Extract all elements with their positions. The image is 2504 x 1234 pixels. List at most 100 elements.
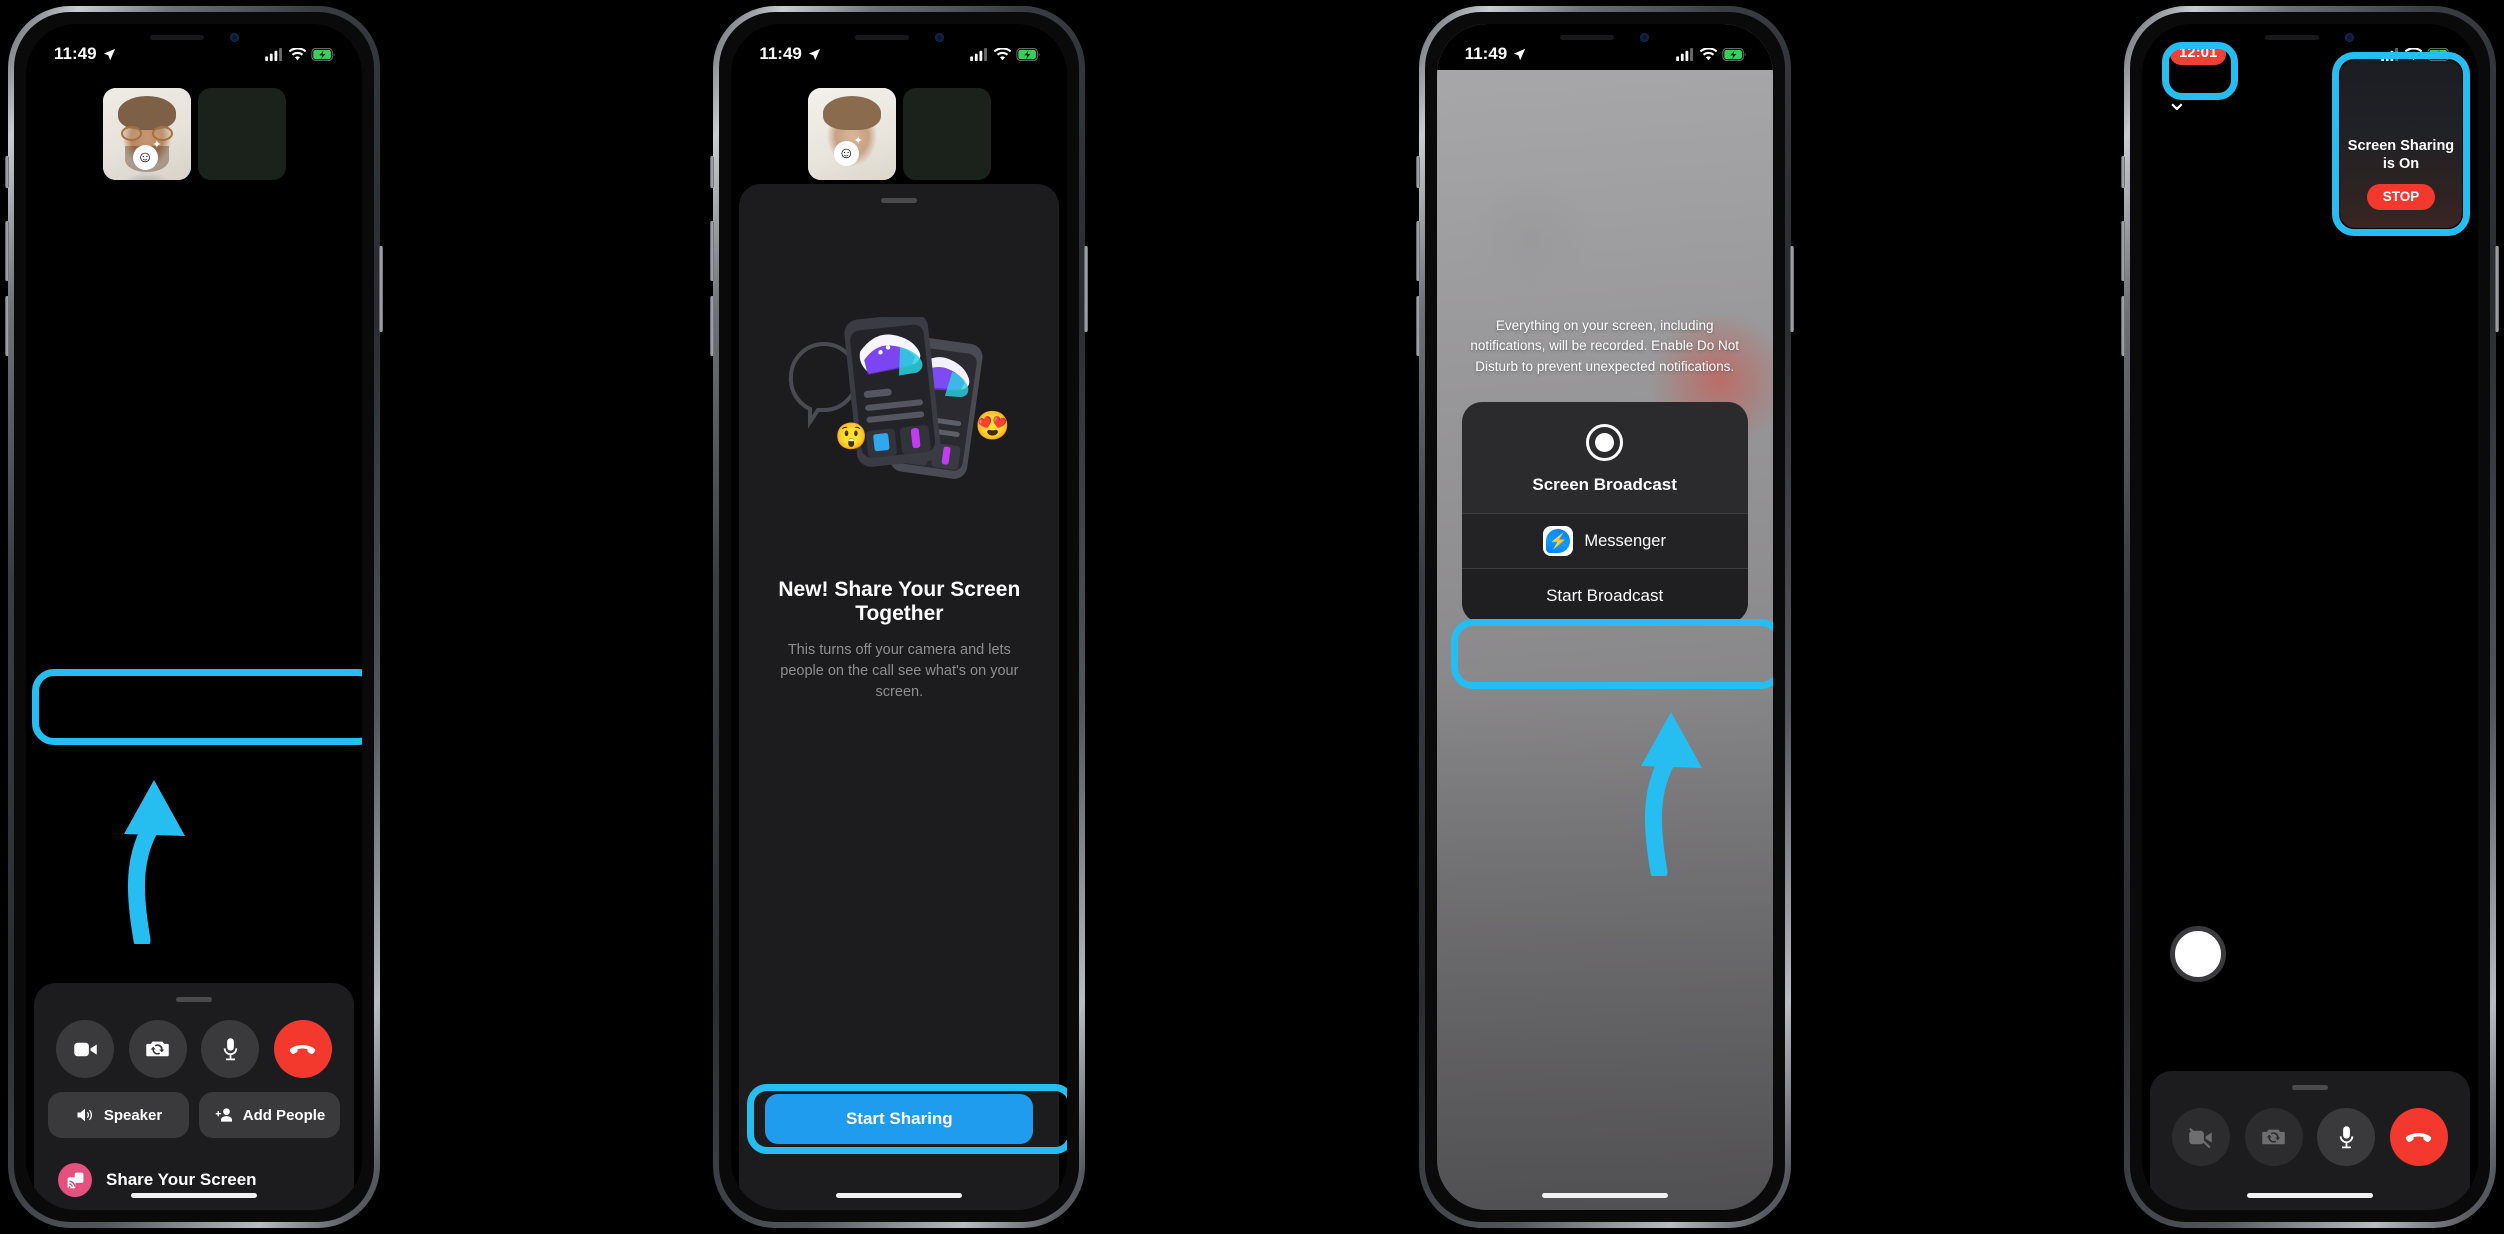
broadcast-app-row[interactable]: ⚡ Messenger [1461,513,1748,568]
battery-charging-icon [2427,47,2451,61]
call-control-panel: Speaker Add People Share Your Screen [34,983,354,1210]
share-intro-title: New! Share Your Screen Together [778,578,1021,625]
notch [116,24,272,50]
remote-video-tile[interactable] [902,88,991,180]
home-indicator [131,1193,257,1198]
volume-down-button[interactable] [710,296,715,356]
cellular-bars-icon [970,47,988,61]
battery-charging-icon [311,47,335,61]
front-camera-icon [2345,32,2355,42]
end-call-button[interactable] [2389,1108,2448,1166]
start-sharing-button[interactable]: Start Sharing [765,1094,1034,1144]
shared-screen-thumbnail[interactable] [2169,926,2226,982]
front-camera-icon [1640,32,1650,42]
hangup-phone-icon [290,1044,316,1054]
remote-video-tile[interactable] [197,88,286,180]
share-intro-sheet: 😲 😍 New! Share Your Screen Together This… [739,184,1060,1210]
battery-charging-icon [1722,47,1746,61]
mute-switch[interactable] [1415,156,1420,188]
phone-3-screen: 11:49 Everything on your screen, includi… [1436,24,1773,1210]
front-camera-icon [229,32,239,42]
status-bar-right [1675,47,1747,61]
volume-up-button[interactable] [5,221,9,281]
stop-sharing-button[interactable]: STOP [2366,183,2436,210]
camera-flip-icon [146,1041,169,1056]
chevron-down-icon[interactable]: ⌄ [2166,88,2188,114]
power-button[interactable] [379,246,383,332]
status-bar-left: 11:49 [1465,44,1528,64]
earpiece-speaker-icon [854,34,909,40]
primary-control-row [2164,1108,2456,1166]
camera-flip-icon [2262,1129,2285,1144]
share-intro-subtitle: This turns off your camera and lets peop… [780,642,1019,701]
front-camera-icon [934,32,944,42]
sheet-grabber[interactable] [881,198,918,203]
phone-3-broadcast-sheet: 11:49 Everything on your screen, includi… [1415,6,1794,1228]
start-broadcast-button[interactable]: Start Broadcast [1461,568,1748,623]
end-call-button[interactable] [273,1020,332,1078]
phone-2-share-intro: 11:49 ☺ ✦ 😲 😍 New! Share Your Screen Tog… [710,6,1089,1228]
camera-flip-button[interactable] [128,1020,187,1078]
self-video-tile[interactable]: ☺ ✦ [807,88,896,180]
pointer-arrow [124,780,185,944]
mute-switch[interactable] [2120,156,2125,188]
broadcast-card: Screen Broadcast ⚡ Messenger Start Broad… [1461,402,1748,623]
earpiece-speaker-icon [2265,34,2320,40]
wifi-icon [2404,47,2422,60]
speaker-icon [77,1108,92,1122]
cellular-bars-icon [2381,47,2398,61]
volume-down-button[interactable] [2120,296,2125,356]
video-toggle-button[interactable] [2171,1108,2230,1166]
status-bar-left: 12:01 [2169,43,2227,65]
earpiece-speaker-icon [1560,34,1615,40]
phones-shopping-illustration: 😲 😍 [779,313,1019,492]
sheet-grabber[interactable] [2291,1085,2328,1090]
messenger-icon: ⚡ [1543,526,1574,556]
effects-smiley-icon[interactable]: ☺ ✦ [833,136,863,166]
wifi-icon [289,47,306,60]
mute-switch[interactable] [710,156,715,188]
mute-switch[interactable] [5,156,9,188]
volume-up-button[interactable] [1415,221,1420,281]
notch [1526,24,1683,50]
phone-2-bezel: 11:49 ☺ ✦ 😲 😍 New! Share Your Screen Tog… [719,12,1080,1222]
wifi-icon [1699,47,1717,60]
screenshot-stage: 11:49 ☺ ✦ Speaker Add People Share Your … [0,0,2504,1234]
share-your-screen-row[interactable]: Share Your Screen [48,1150,340,1210]
hangup-phone-icon [2406,1132,2432,1142]
camera-flip-button[interactable] [2244,1108,2303,1166]
location-arrow-icon [808,48,820,60]
primary-control-row [48,1020,340,1078]
mic-toggle-button[interactable] [2317,1108,2376,1166]
recording-time-badge[interactable]: 12:01 [2169,43,2227,65]
phone-3-bezel: 11:49 Everything on your screen, includi… [1424,12,1785,1222]
power-button[interactable] [1789,246,1794,332]
sheet-grabber[interactable] [176,997,212,1002]
volume-down-button[interactable] [1415,296,1420,356]
home-indicator [836,1193,963,1198]
video-toggle-button[interactable] [56,1020,114,1078]
power-button[interactable] [2494,246,2499,332]
secondary-control-row: Speaker Add People [48,1092,340,1138]
volume-up-button[interactable] [710,221,715,281]
status-bar-left: 11:49 [54,44,117,64]
power-button[interactable] [1084,246,1089,332]
add-people-button[interactable]: Add People [199,1092,340,1138]
phone-1-screen: 11:49 ☺ ✦ Speaker Add People Share Your … [26,24,362,1210]
video-camera-off-icon [2189,1127,2213,1148]
share-your-screen-highlight [32,669,362,745]
effects-smiley-icon[interactable]: ☺ ✦ [132,140,162,170]
volume-up-button[interactable] [2120,221,2125,281]
broadcast-app-label: Messenger [1584,531,1666,550]
speaker-button[interactable]: Speaker [48,1092,189,1138]
avatar-glasses-icon [120,126,173,141]
cellular-bars-icon [265,47,282,61]
broadcast-permission-text: Everything on your screen, including not… [1470,318,1739,374]
mic-toggle-button[interactable] [201,1020,260,1078]
battery-charging-icon [1016,47,1040,61]
self-video-tile[interactable]: ☺ ✦ [102,88,191,180]
call-participant-tiles: ☺ ✦ [731,88,1067,180]
volume-down-button[interactable] [5,296,9,356]
status-bar-time: 11:49 [54,44,97,63]
microphone-icon [223,1037,238,1060]
